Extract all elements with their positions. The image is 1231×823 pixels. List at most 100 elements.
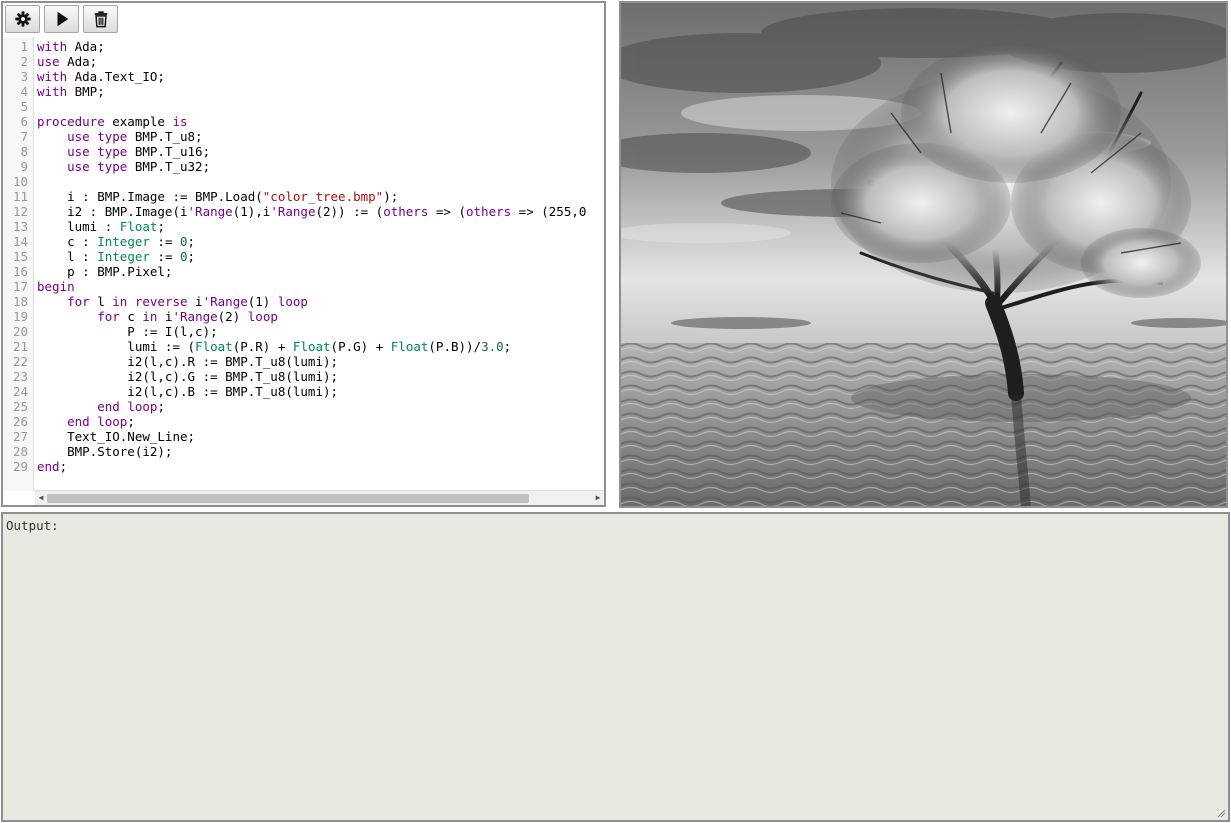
code-text: lumi : Float;: [37, 219, 165, 234]
code-line: 18 for l in reverse i'Range(1) loop: [3, 294, 604, 309]
code-line: 17 begin: [3, 279, 604, 294]
line-number: 11: [12, 189, 28, 204]
code-token: i: [157, 309, 173, 324]
code-token: ;: [503, 339, 512, 354]
code-token: in: [142, 309, 158, 324]
gear-icon: [14, 11, 31, 27]
editor-toolbar: [5, 5, 118, 35]
code-token: with: [37, 39, 68, 54]
line-number: 15: [12, 249, 28, 264]
resize-grip-icon[interactable]: [1217, 809, 1226, 818]
code-token: in reverse: [112, 294, 188, 309]
line-number: 8: [20, 144, 28, 159]
code-token: 0: [180, 234, 188, 249]
code-token: BMP;: [67, 84, 105, 99]
scroll-left-arrow-icon[interactable]: ◀: [35, 491, 47, 505]
clear-button[interactable]: [83, 5, 118, 33]
code-line: 15 l : Integer := 0;: [3, 249, 604, 264]
code-token: Ada.Text_IO;: [67, 69, 165, 84]
code-token: with: [37, 69, 68, 84]
code-line: 3 with Ada.Text_IO;: [3, 69, 604, 84]
code-token: Integer: [97, 234, 150, 249]
line-number: 29: [12, 459, 28, 474]
line-number: 7: [20, 129, 28, 144]
line-number: 3: [20, 69, 28, 84]
code-line: 2 use Ada;: [3, 54, 604, 69]
code-text: with Ada.Text_IO;: [37, 69, 165, 84]
code-text: c : Integer := 0;: [37, 234, 195, 249]
code-token: BMP.Store(i2);: [37, 444, 173, 459]
play-icon: [57, 11, 68, 27]
code-text-area[interactable]: 1 with Ada; 2 use Ada; 3 with Ada.Text_IO; 4 wi…: [3, 37, 604, 491]
code-token: Ada;: [67, 39, 105, 54]
code-text: end;: [37, 459, 67, 474]
code-line: 7 use type BMP.T_u8;: [3, 129, 604, 144]
code-line: 24 i2(l,c).B := BMP.T_u8(lumi);: [3, 384, 604, 399]
code-token: (P.R) +: [232, 339, 293, 354]
code-token: use type: [67, 159, 128, 174]
code-line: 21 lumi := (Float(P.R) + Float(P.G) + Fl…: [3, 339, 604, 354]
code-token: => (255,0: [511, 204, 587, 219]
horizontal-scrollbar[interactable]: ◀ ▶: [35, 490, 604, 505]
code-token: ;: [187, 234, 196, 249]
code-token: (P.G) +: [330, 339, 391, 354]
line-number: 13: [12, 219, 28, 234]
code-token: => (: [428, 204, 466, 219]
line-number: 1: [20, 39, 28, 54]
code-line: 22 i2(l,c).R := BMP.T_u8(lumi);: [3, 354, 604, 369]
line-number: 26: [12, 414, 28, 429]
code-text: use type BMP.T_u8;: [37, 129, 202, 144]
run-button[interactable]: [44, 5, 79, 33]
line-number: 14: [12, 234, 28, 249]
code-token: ;: [127, 414, 135, 429]
scroll-right-arrow-icon[interactable]: ▶: [592, 491, 604, 505]
code-text: i2(l,c).R := BMP.T_u8(lumi);: [37, 354, 338, 369]
line-number: 18: [12, 294, 28, 309]
output-panel[interactable]: Output:: [1, 512, 1230, 822]
code-text: Text_IO.New_Line;: [37, 429, 195, 444]
code-text: i2 : BMP.Image(i'Range(1),i'Range(2)) :=…: [37, 204, 586, 219]
line-number: 25: [12, 399, 28, 414]
code-line: 9 use type BMP.T_u32;: [3, 159, 604, 174]
line-number: 28: [12, 444, 28, 459]
code-text: i2(l,c).G := BMP.T_u8(lumi);: [37, 369, 338, 384]
line-number: 2: [20, 54, 28, 69]
line-number: 24: [12, 384, 28, 399]
code-line: 8 use type BMP.T_u16;: [3, 144, 604, 159]
line-number: 16: [12, 264, 28, 279]
code-text: for l in reverse i'Range(1) loop: [37, 294, 308, 309]
code-text: with BMP;: [37, 84, 105, 99]
line-number: 17: [12, 279, 28, 294]
code-token: l: [89, 294, 113, 309]
settings-button[interactable]: [5, 5, 40, 33]
code-text: end loop;: [37, 414, 135, 429]
line-number: 12: [12, 204, 28, 219]
line-number: 22: [12, 354, 28, 369]
code-token: is: [172, 114, 188, 129]
code-token: end loop: [97, 399, 158, 414]
code-text: l : Integer := 0;: [37, 249, 195, 264]
code-token: i2 : BMP.Image(i: [37, 204, 188, 219]
code-token: (1): [247, 294, 278, 309]
line-number: 21: [12, 339, 28, 354]
code-text: lumi := (Float(P.R) + Float(P.G) + Float…: [37, 339, 511, 354]
code-token: 3.0: [481, 339, 504, 354]
code-text: p : BMP.Pixel;: [37, 264, 172, 279]
code-token: example: [104, 114, 173, 129]
code-editor-panel[interactable]: 1 with Ada; 2 use Ada; 3 with Ada.Text_IO; 4 wi…: [1, 1, 606, 507]
code-token: lumi :: [37, 219, 120, 234]
scrollbar-thumb[interactable]: [47, 494, 529, 503]
code-token: 0: [180, 249, 188, 264]
code-line: 16 p : BMP.Pixel;: [3, 264, 604, 279]
code-token: Text_IO.New_Line;: [37, 429, 196, 444]
code-token: (2)) := (: [315, 204, 384, 219]
code-token: ;: [59, 459, 68, 474]
code-line: 14 c : Integer := 0;: [3, 234, 604, 249]
code-token: ;: [157, 399, 165, 414]
code-line: 13 lumi : Float;: [3, 219, 604, 234]
code-token: );: [383, 189, 399, 204]
